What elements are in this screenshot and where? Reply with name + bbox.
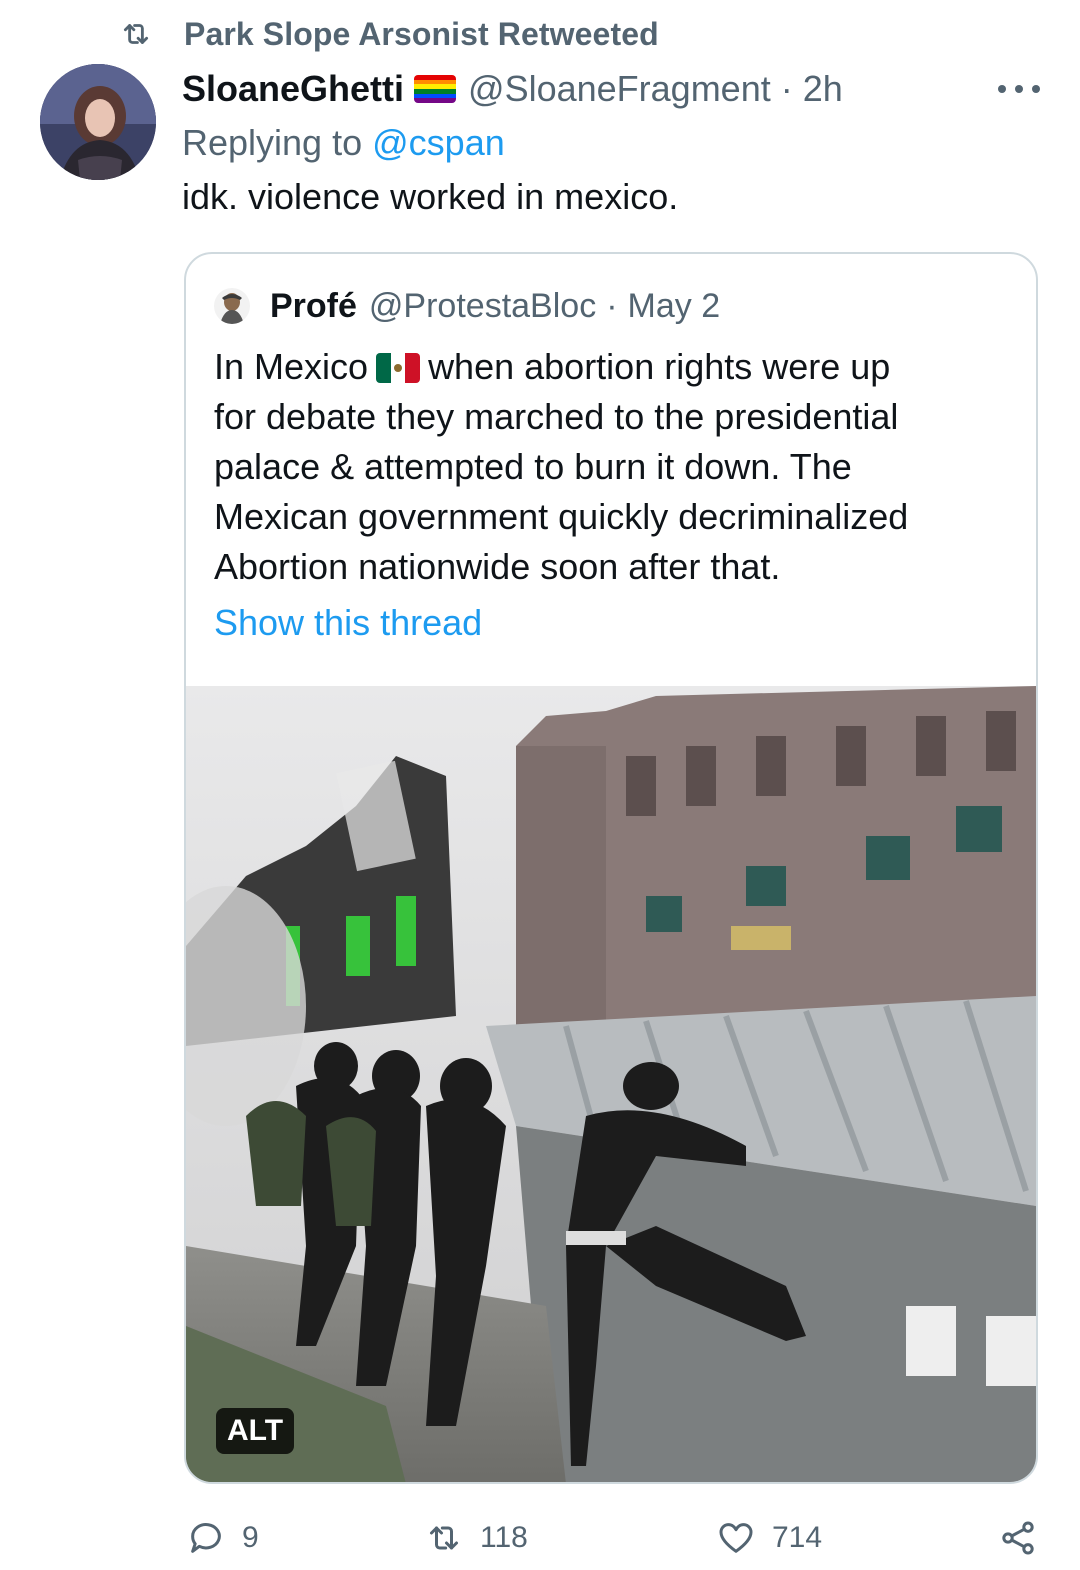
retweet-icon bbox=[430, 1526, 458, 1550]
like-count: 714 bbox=[772, 1521, 823, 1554]
avatar[interactable] bbox=[40, 64, 156, 180]
avatar-image bbox=[40, 64, 156, 180]
quoted-text-segment: In Mexico bbox=[214, 346, 369, 387]
quoted-text-segment: when abortion rights were up bbox=[428, 346, 891, 387]
reply-count: 9 bbox=[242, 1521, 259, 1554]
quoted-tweet-card[interactable]: Profé @ProtestaBloc · May 2 In Mexico whe… bbox=[184, 252, 1038, 1484]
separator: · bbox=[780, 68, 793, 109]
retweet-count: 118 bbox=[480, 1521, 528, 1554]
tweet-action-bar: 9 118 714 bbox=[0, 1510, 1080, 1566]
quoted-text-line-5: Abortion nationwide soon after that. bbox=[214, 546, 781, 587]
user-handle[interactable]: @SloaneFragment bbox=[468, 68, 771, 110]
reply-prefix: Replying to bbox=[182, 122, 363, 163]
tweet-photo[interactable]: ALT bbox=[186, 686, 1036, 1482]
quoted-display-name[interactable]: Profé bbox=[270, 287, 357, 326]
quoted-avatar bbox=[214, 288, 250, 324]
retweet-icon bbox=[123, 24, 149, 44]
timestamp[interactable]: 2h bbox=[803, 68, 843, 110]
more-icon bbox=[998, 85, 1006, 93]
retweeted-by-text: Park Slope Arsonist Retweeted bbox=[184, 15, 659, 52]
reply-to-link[interactable]: @cspan bbox=[372, 122, 505, 163]
reply-button[interactable]: 9 bbox=[186, 1510, 259, 1566]
quoted-tweet-text: In Mexico when abortion rights were up fo… bbox=[214, 342, 1014, 592]
reply-icon bbox=[191, 1523, 221, 1553]
share-button[interactable] bbox=[998, 1510, 1038, 1566]
quoted-text-line-1: In Mexico when abortion rights were up bbox=[214, 342, 1014, 392]
show-thread-link[interactable]: Show this thread bbox=[214, 602, 482, 644]
share-icon bbox=[1002, 1521, 1034, 1555]
protest-photo bbox=[186, 686, 1036, 1482]
separator: · bbox=[606, 286, 618, 325]
mexico-flag-icon bbox=[376, 353, 421, 383]
display-name[interactable]: SloaneGhetti bbox=[182, 68, 404, 110]
quoted-user-handle[interactable]: @ProtestaBloc bbox=[369, 287, 596, 326]
quoted-tweet-header: Profé @ProtestaBloc · May 2 bbox=[214, 284, 720, 328]
retweet-button[interactable]: 118 bbox=[424, 1510, 528, 1566]
quoted-text-line-3: palace & attempted to burn it down. The bbox=[214, 446, 852, 487]
retweet-context[interactable]: Park Slope Arsonist Retweeted bbox=[116, 14, 659, 54]
like-button[interactable]: 714 bbox=[716, 1510, 822, 1566]
more-options-button[interactable] bbox=[998, 72, 1040, 106]
reply-context: Replying to @cspan bbox=[182, 122, 505, 164]
alt-text-badge[interactable]: ALT bbox=[216, 1408, 294, 1454]
rainbow-flag-icon bbox=[414, 75, 457, 103]
heart-icon bbox=[719, 1523, 753, 1553]
quoted-timestamp[interactable]: May 2 bbox=[628, 287, 721, 326]
tweet-text: idk. violence worked in mexico. bbox=[182, 176, 679, 217]
quoted-text-line-2: for debate they marched to the president… bbox=[214, 396, 899, 437]
quoted-text-line-4: Mexican government quickly decriminalize… bbox=[214, 496, 909, 537]
tweet-header: SloaneGhetti @SloaneFragment · 2h bbox=[182, 66, 843, 112]
